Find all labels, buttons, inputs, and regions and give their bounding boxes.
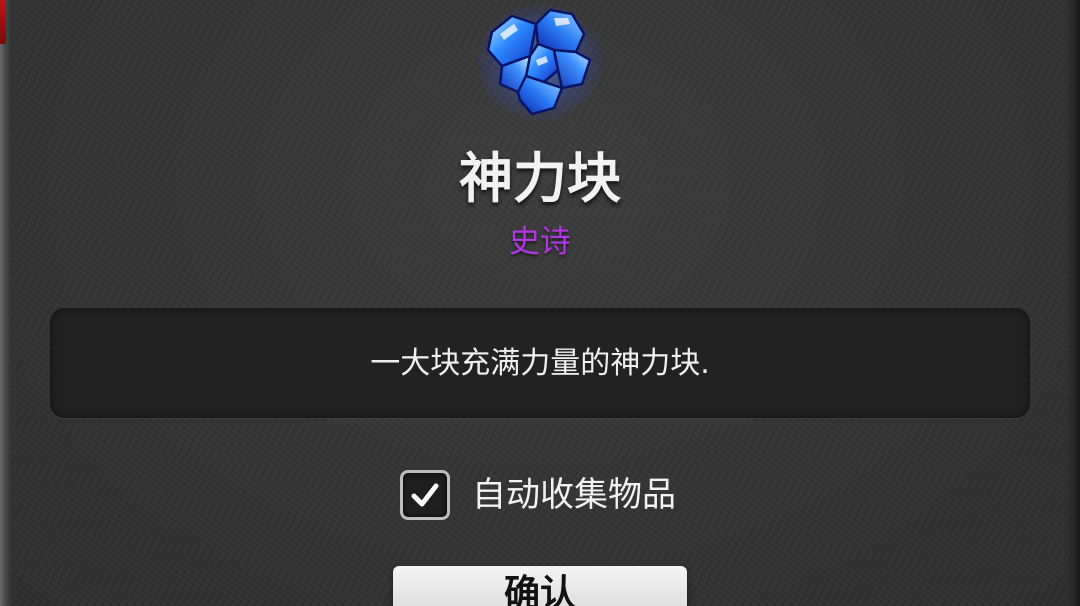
right-border <box>1068 0 1080 606</box>
auto-collect-checkbox[interactable] <box>400 470 450 520</box>
item-detail-screen: 神力块 史诗 一大块充满力量的神力块. 自动收集物品 确认 <box>0 0 1080 606</box>
red-accent <box>0 0 6 44</box>
description-panel: 一大块充满力量的神力块. <box>50 308 1030 418</box>
confirm-button[interactable]: 确认 <box>393 566 687 606</box>
left-border <box>0 0 12 606</box>
auto-collect-toggle[interactable]: 自动收集物品 <box>400 466 676 524</box>
blue-crystal-gem-icon <box>478 4 602 120</box>
item-rarity: 史诗 <box>509 224 571 260</box>
checkmark-icon <box>411 483 439 507</box>
auto-collect-label: 自动收集物品 <box>472 475 676 515</box>
item-description: 一大块充满力量的神力块. <box>370 346 710 381</box>
item-name: 神力块 <box>459 147 621 210</box>
